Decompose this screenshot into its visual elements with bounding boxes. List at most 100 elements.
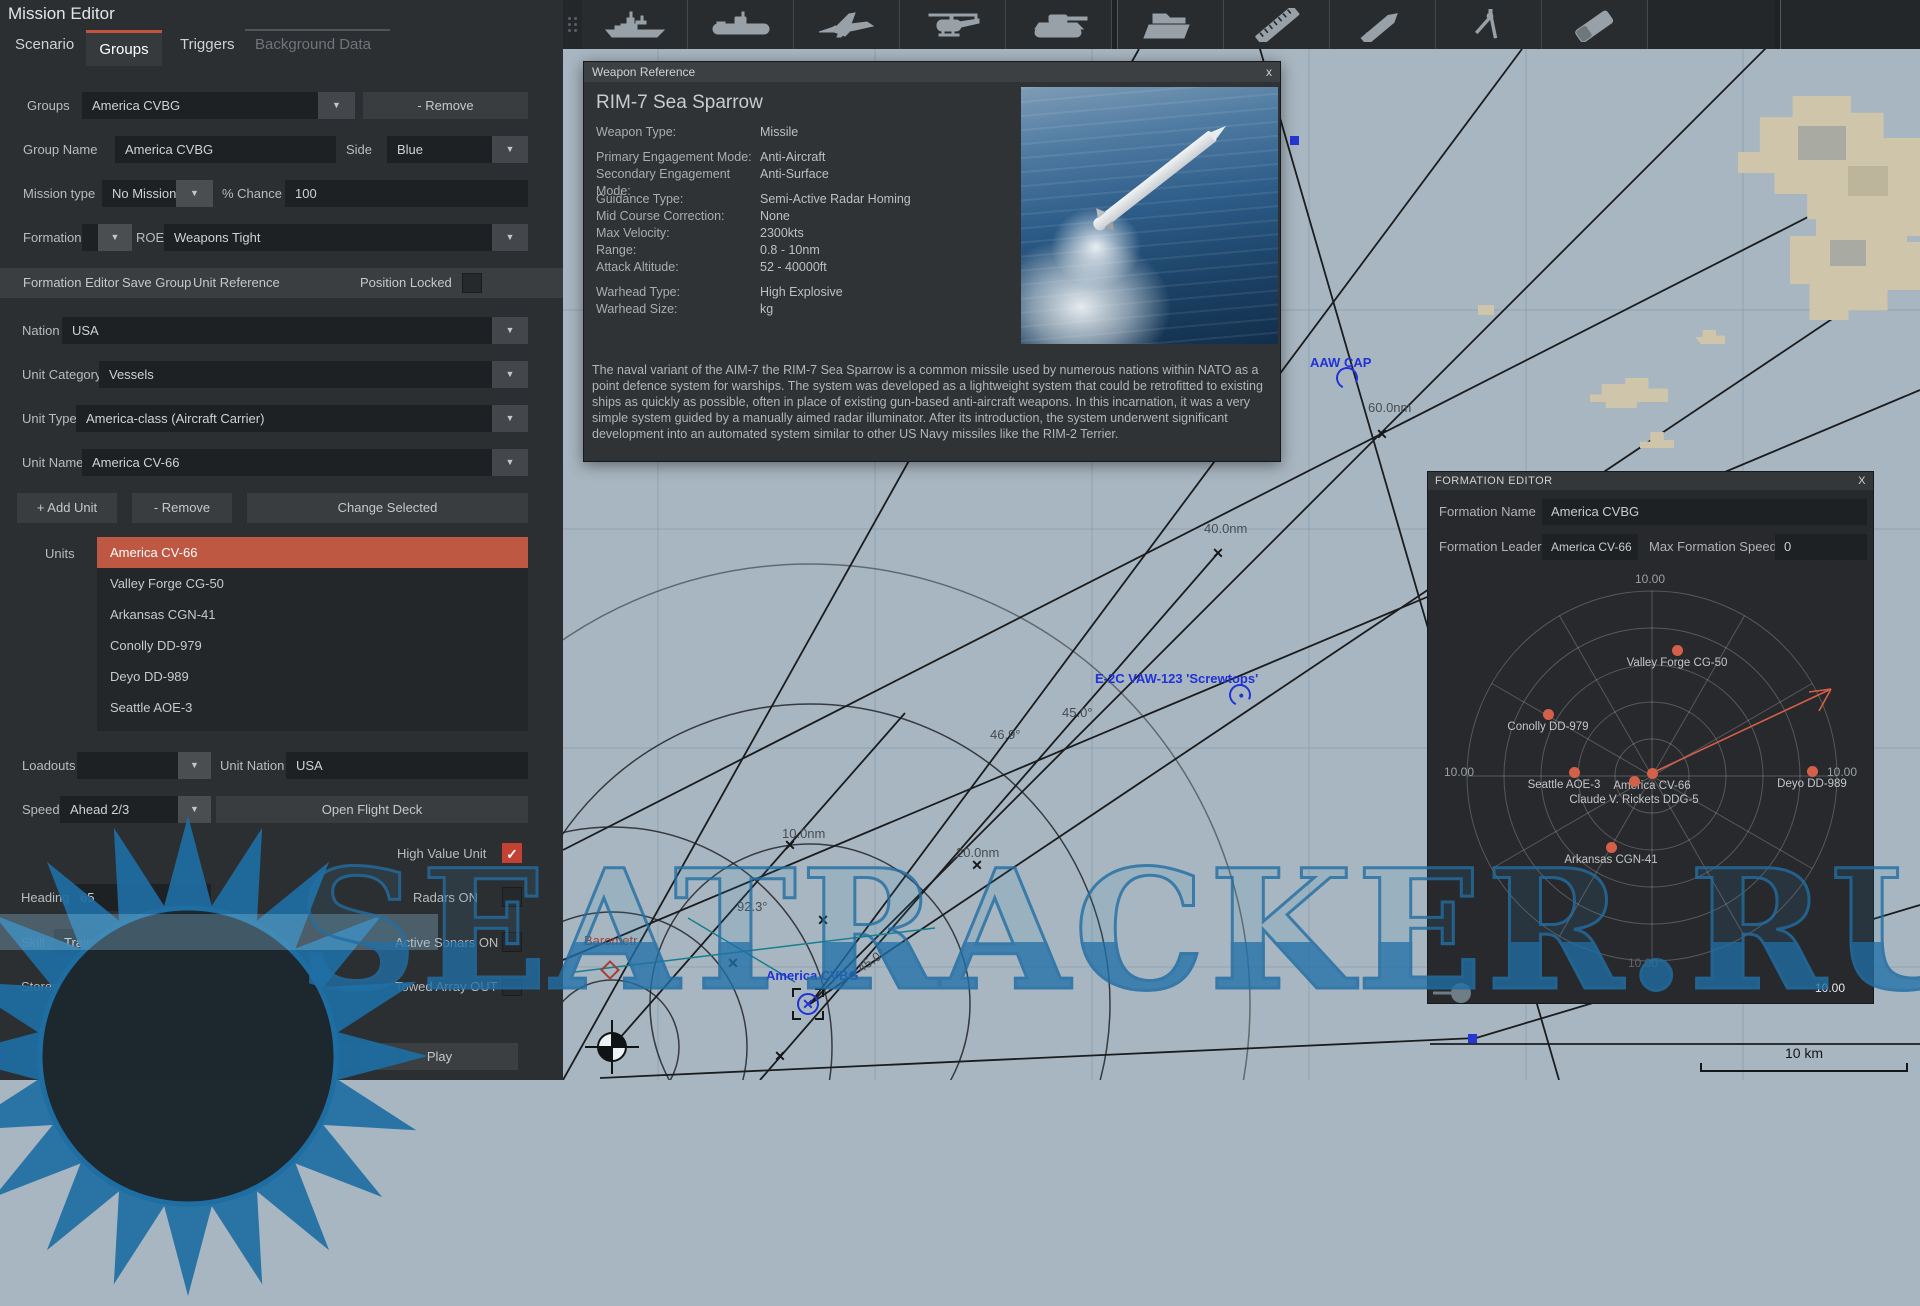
tab-background-data[interactable]: Background Data — [255, 36, 371, 53]
draw-button[interactable]: ✕ — [1330, 0, 1436, 49]
erase-button[interactable] — [1542, 0, 1648, 49]
heading-input[interactable]: 65 — [70, 884, 211, 911]
zoom-level-label: 10.00 — [1815, 981, 1845, 995]
waypoint-x-marker[interactable] — [1375, 427, 1389, 441]
compass-button[interactable] — [1436, 0, 1542, 49]
speed-dropdown-arrow[interactable] — [178, 796, 211, 823]
map-label: America CVBG — [766, 968, 858, 983]
back-button[interactable]: Back — [32, 1043, 189, 1070]
unit-type-select[interactable]: America-class (Aircraft Carrier) — [76, 405, 492, 432]
units-list[interactable]: America CV-66Valley Forge CG-50Arkansas … — [97, 537, 528, 731]
remove-group-button[interactable]: - Remove — [363, 92, 528, 119]
roe-dropdown-arrow[interactable] — [492, 224, 528, 251]
unit-dot[interactable] — [1807, 766, 1818, 777]
save-group-button[interactable]: Save Group — [122, 268, 191, 298]
formation-leader-select[interactable]: America CV-66 — [1542, 534, 1638, 560]
remove-unit-button[interactable]: - Remove — [132, 493, 232, 523]
toolbar-grip-handle[interactable] — [563, 0, 582, 49]
unit-category-select[interactable]: Vessels — [99, 361, 492, 388]
radars-checkbox[interactable] — [502, 887, 522, 907]
unit-name-dropdown-arrow[interactable] — [492, 449, 528, 476]
weapon-specs: Weapon Type: Missile Primary Engagement … — [596, 124, 1016, 318]
waypoint-x-marker[interactable] — [726, 956, 740, 970]
unit-name-select[interactable]: America CV-66 — [82, 449, 492, 476]
waypoint-x-marker[interactable] — [816, 913, 830, 927]
waypoint-x-marker[interactable] — [773, 1049, 787, 1063]
spec-value: Missile — [760, 124, 798, 141]
waypoint-x-marker[interactable] — [970, 858, 984, 872]
position-locked-checkbox[interactable] — [462, 273, 482, 293]
side-select[interactable]: Blue — [387, 136, 492, 163]
america-cvbg-group-symbol[interactable]: ✕ — [792, 988, 824, 1020]
unit-dot[interactable] — [1672, 645, 1683, 656]
open-flight-deck-button[interactable]: Open Flight Deck — [216, 796, 528, 823]
loadouts-dropdown-arrow[interactable] — [178, 752, 211, 779]
close-icon[interactable]: X — [1858, 472, 1866, 490]
high-value-unit-checkbox[interactable] — [502, 843, 522, 863]
unit-list-item[interactable]: Conolly DD-979 — [97, 630, 528, 661]
add-unit-button[interactable]: + Add Unit — [17, 493, 117, 523]
tab-groups[interactable]: Groups — [86, 30, 162, 66]
unit-list-item[interactable]: Valley Forge CG-50 — [97, 568, 528, 599]
stores-dropdown-arrow[interactable] — [180, 973, 213, 1000]
add-aircraft-button[interactable] — [794, 0, 900, 49]
add-helicopter-button[interactable] — [900, 0, 1006, 49]
map-label: 45.0° — [1062, 705, 1093, 720]
active-sonars-checkbox[interactable] — [502, 932, 522, 952]
stores-select[interactable]: Full — [62, 973, 180, 1000]
formation-editor-button[interactable]: Formation Editor — [23, 268, 119, 298]
skill-dropdown-arrow[interactable] — [180, 929, 213, 956]
unit-reference-button[interactable]: Unit Reference — [193, 268, 280, 298]
max-formation-speed-input[interactable]: 0 — [1775, 534, 1867, 560]
side-dropdown-arrow[interactable] — [492, 136, 528, 163]
route-handle-square[interactable] — [1468, 1034, 1477, 1043]
formation-editor-titlebar[interactable]: FORMATION EDITOR X — [1428, 472, 1873, 490]
unit-list-item[interactable]: Arkansas CGN-41 — [97, 599, 528, 630]
unit-category-dropdown-arrow[interactable] — [492, 361, 528, 388]
nation-dropdown-arrow[interactable] — [492, 317, 528, 344]
unit-type-dropdown-arrow[interactable] — [492, 405, 528, 432]
open-file-button[interactable] — [1118, 0, 1224, 49]
close-icon[interactable]: x — [1266, 62, 1272, 82]
play-button[interactable]: Play — [361, 1043, 518, 1070]
range-slider[interactable] — [1433, 983, 1471, 1003]
unit-nation-input[interactable]: USA — [286, 752, 528, 779]
change-selected-button[interactable]: Change Selected — [247, 493, 528, 523]
unit-dot[interactable] — [1606, 842, 1617, 853]
speed-select[interactable]: Ahead 2/3 — [60, 796, 178, 823]
nation-select[interactable]: USA — [62, 317, 492, 344]
formation-name-input[interactable]: America CVBG — [1542, 499, 1867, 525]
unit-list-item[interactable]: Deyo DD-989 — [97, 661, 528, 692]
tab-triggers[interactable]: Triggers — [180, 36, 234, 53]
mission-type-select[interactable]: No Mission — [102, 180, 176, 207]
islet-small — [1478, 305, 1494, 315]
waypoint-x-marker[interactable] — [1211, 546, 1225, 560]
measure-button[interactable] — [1224, 0, 1330, 49]
formation-select[interactable] — [82, 224, 98, 251]
bullseye-marker[interactable] — [597, 1032, 627, 1062]
unit-dot[interactable] — [1647, 768, 1658, 779]
mission-type-dropdown-arrow[interactable] — [176, 180, 213, 207]
save-button[interactable]: Save — [196, 1043, 353, 1070]
route-handle-square[interactable] — [1290, 136, 1299, 145]
towed-array-checkbox[interactable] — [502, 976, 522, 996]
skill-select[interactable]: Trained — [54, 929, 180, 956]
tab-scenario[interactable]: Scenario — [15, 36, 74, 53]
group-name-input[interactable]: America CVBG — [115, 136, 336, 163]
groups-dropdown-arrow[interactable] — [318, 92, 355, 119]
unit-list-item[interactable]: America CV-66 — [97, 537, 528, 568]
unit-dot[interactable] — [1629, 776, 1640, 787]
loadouts-select[interactable] — [77, 752, 178, 779]
weapon-reference-titlebar[interactable]: Weapon Reference x — [584, 62, 1280, 82]
unit-list-item[interactable]: Seattle AOE-3 — [97, 692, 528, 723]
roe-select[interactable]: Weapons Tight — [164, 224, 492, 251]
unit-list-item[interactable]: Claude V. Rickets DDG-5 — [97, 723, 528, 731]
add-tank-button[interactable] — [1006, 0, 1112, 49]
add-warship-button[interactable] — [582, 0, 688, 49]
chance-input[interactable]: 100 — [285, 180, 528, 207]
add-submarine-button[interactable] — [688, 0, 794, 49]
unit-dot[interactable] — [1543, 709, 1554, 720]
formation-dropdown-arrow[interactable] — [98, 224, 132, 251]
groups-select[interactable]: America CVBG — [82, 92, 318, 119]
unit-dot[interactable] — [1569, 767, 1580, 778]
